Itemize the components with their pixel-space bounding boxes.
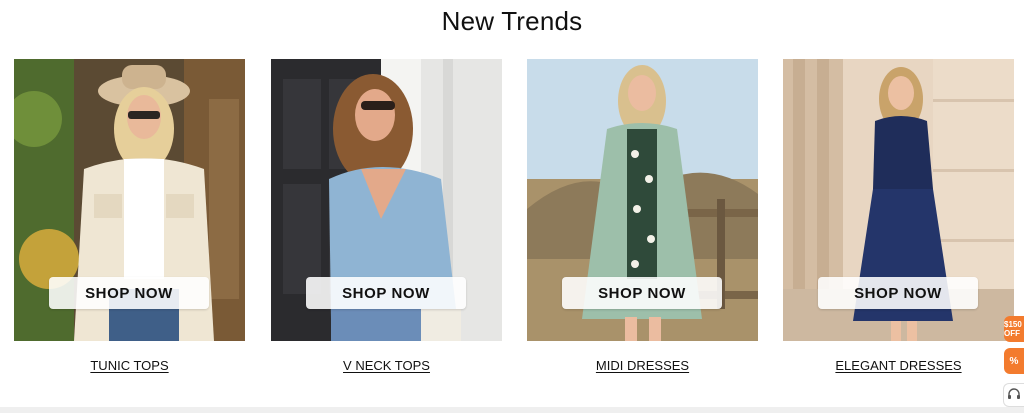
promo-widget[interactable]: $150 OFF bbox=[1004, 316, 1024, 342]
bottom-divider bbox=[0, 407, 1024, 413]
headset-icon bbox=[1008, 388, 1020, 399]
category-link-v-neck-tops[interactable]: V NECK TOPS bbox=[271, 358, 502, 373]
promo-label: $150 OFF bbox=[1004, 320, 1022, 338]
trends-grid: SHOP NOW SHOP NOW SHOP NOW SHOP NOW TUNI… bbox=[0, 0, 1024, 413]
shop-now-button[interactable]: SHOP NOW bbox=[818, 277, 978, 309]
trend-card-midi-dresses[interactable]: SHOP NOW bbox=[527, 59, 758, 341]
discount-icon: % bbox=[1009, 355, 1019, 367]
category-link-elegant-dresses[interactable]: ELEGANT DRESSES bbox=[783, 358, 1014, 373]
category-link-tunic-tops[interactable]: TUNIC TOPS bbox=[14, 358, 245, 373]
trend-card-tunic-tops[interactable]: SHOP NOW bbox=[14, 59, 245, 341]
shop-now-button[interactable]: SHOP NOW bbox=[562, 277, 722, 309]
shop-now-button[interactable]: SHOP NOW bbox=[49, 277, 209, 309]
support-widget[interactable] bbox=[1003, 383, 1024, 407]
category-link-midi-dresses[interactable]: MIDI DRESSES bbox=[527, 358, 758, 373]
shop-now-button[interactable]: SHOP NOW bbox=[306, 277, 466, 309]
discount-widget[interactable]: % bbox=[1004, 348, 1024, 374]
trend-card-v-neck-tops[interactable]: SHOP NOW bbox=[271, 59, 502, 341]
trend-card-elegant-dresses[interactable]: SHOP NOW bbox=[783, 59, 1014, 341]
